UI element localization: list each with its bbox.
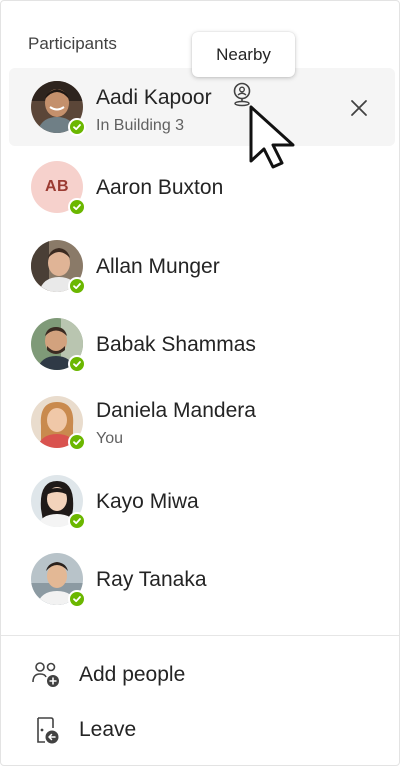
presence-available-icon xyxy=(68,118,86,136)
avatar xyxy=(31,318,86,373)
presence-available-icon xyxy=(68,198,86,216)
participant-status: You xyxy=(96,430,123,447)
presence-available-icon xyxy=(68,433,86,451)
participant-name: Ray Tanaka xyxy=(96,568,207,591)
participant-row-babak-shammas[interactable]: Babak Shammas xyxy=(9,305,395,383)
participant-name: Aaron Buxton xyxy=(96,176,224,199)
close-icon xyxy=(351,100,367,116)
participant-row-daniela-mandera[interactable]: Daniela Mandera You xyxy=(9,383,395,461)
participant-name: Babak Shammas xyxy=(96,333,256,356)
presence-available-icon xyxy=(68,277,86,295)
avatar: AB xyxy=(31,161,86,216)
add-people-label: Add people xyxy=(79,663,186,686)
participant-name: Daniela Mandera xyxy=(96,399,256,422)
leave-icon xyxy=(29,712,65,748)
participant-row-ray-tanaka[interactable]: Ray Tanaka xyxy=(9,540,395,618)
participant-row-aaron-buxton[interactable]: AB Aaron Buxton xyxy=(9,148,395,226)
presence-available-icon xyxy=(68,355,86,373)
nearby-tooltip: Nearby xyxy=(192,32,295,77)
add-people-icon xyxy=(29,657,65,693)
avatar xyxy=(31,396,86,451)
presence-available-icon xyxy=(68,590,86,608)
avatar xyxy=(31,81,86,136)
divider xyxy=(1,635,399,636)
participant-row-aadi-kapoor[interactable]: Aadi Kapoor In Building 3 xyxy=(9,68,395,146)
leave-label: Leave xyxy=(79,718,137,741)
avatar xyxy=(31,240,86,295)
participant-name: Aadi Kapoor xyxy=(96,86,212,109)
presence-available-icon xyxy=(68,512,86,530)
remove-participant-button[interactable] xyxy=(344,93,374,123)
location-person-icon xyxy=(230,81,254,107)
participant-status: In Building 3 xyxy=(96,117,185,134)
participant-row-kayo-miwa[interactable]: Kayo Miwa xyxy=(9,462,395,540)
mouse-cursor-icon xyxy=(249,105,295,169)
avatar xyxy=(31,553,86,608)
participant-name: Allan Munger xyxy=(96,255,220,278)
add-people-button[interactable]: Add people xyxy=(29,655,369,695)
participant-row-allan-munger[interactable]: Allan Munger xyxy=(9,227,395,305)
participant-name: Kayo Miwa xyxy=(96,490,199,513)
participants-panel: Participants Nearby Aadi Kapoor In Build… xyxy=(0,0,400,766)
avatar xyxy=(31,475,86,530)
section-title: Participants xyxy=(28,34,117,53)
leave-button[interactable]: Leave xyxy=(29,710,369,750)
